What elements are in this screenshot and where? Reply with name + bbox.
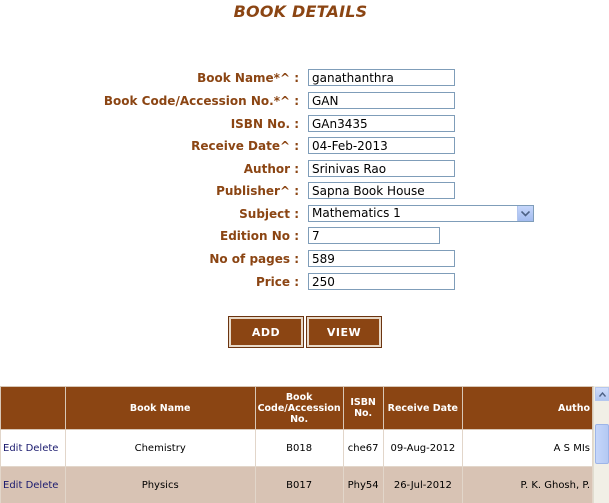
table-row: Edit Delete Chemistry B018 che67 09-Aug-… xyxy=(0,429,593,467)
row-actions: Edit Delete xyxy=(0,429,66,467)
cell-isbn: che67 xyxy=(342,429,384,467)
pages-input[interactable] xyxy=(308,250,455,267)
cell-isbn: Phy54 xyxy=(342,466,384,503)
edition-label: Edition No : xyxy=(220,229,299,243)
delete-link[interactable]: Delete xyxy=(26,480,59,491)
row-actions: Edit Delete xyxy=(0,466,66,503)
header-author[interactable]: Autho xyxy=(462,386,593,430)
header-isbn[interactable]: ISBN No. xyxy=(342,386,384,430)
header-actions xyxy=(0,386,66,430)
publisher-label: Publisher^ : xyxy=(216,184,299,198)
scroll-thumb[interactable] xyxy=(595,424,609,464)
isbn-input[interactable] xyxy=(308,115,455,132)
chevron-down-icon[interactable] xyxy=(517,206,533,221)
cell-author: P. K. Ghosh, P. xyxy=(462,466,593,503)
cell-book-name: Physics xyxy=(64,466,256,503)
book-code-input[interactable] xyxy=(308,92,455,109)
cell-receive-date: 09-Aug-2012 xyxy=(382,429,464,467)
edit-link[interactable]: Edit xyxy=(3,480,22,491)
isbn-label: ISBN No. : xyxy=(230,117,299,131)
receive-date-label: Receive Date^ : xyxy=(191,139,299,153)
books-table: Book Name Book Code/Accession No. ISBN N… xyxy=(0,386,593,503)
publisher-input[interactable] xyxy=(308,182,455,199)
author-label: Author : xyxy=(243,162,299,176)
cell-book-code: B017 xyxy=(254,466,344,503)
book-name-input[interactable] xyxy=(308,69,455,86)
subject-select[interactable]: Mathematics 1 xyxy=(308,205,534,222)
header-receive-date[interactable]: Receive Date xyxy=(382,386,464,430)
table-header-row: Book Name Book Code/Accession No. ISBN N… xyxy=(0,386,593,430)
table-row: Edit Delete Physics B017 Phy54 26-Jul-20… xyxy=(0,466,593,503)
grid-vertical-scrollbar[interactable] xyxy=(593,386,609,503)
page-title: BOOK DETAILS xyxy=(233,2,368,21)
delete-link[interactable]: Delete xyxy=(26,443,59,454)
edit-link[interactable]: Edit xyxy=(3,443,22,454)
header-book-code[interactable]: Book Code/Accession No. xyxy=(254,386,344,430)
view-button[interactable]: VIEW xyxy=(306,316,382,348)
price-label: Price : xyxy=(255,275,299,289)
receive-date-input[interactable] xyxy=(308,137,455,154)
subject-label: Subject : xyxy=(239,207,299,221)
books-grid: Book Name Book Code/Accession No. ISBN N… xyxy=(0,386,593,503)
book-name-label: Book Name*^ : xyxy=(197,71,299,85)
pages-label: No of pages : xyxy=(209,252,299,266)
author-input[interactable] xyxy=(308,160,455,177)
price-input[interactable] xyxy=(308,273,455,290)
cell-book-code: B018 xyxy=(254,429,344,467)
header-book-name[interactable]: Book Name xyxy=(64,386,256,430)
book-code-label: Book Code/Accession No.*^ : xyxy=(103,94,299,108)
edition-input[interactable] xyxy=(308,227,440,244)
scroll-up-icon[interactable] xyxy=(595,387,609,401)
subject-selected-value: Mathematics 1 xyxy=(312,206,401,220)
cell-author: A S MIs xyxy=(462,429,593,467)
cell-book-name: Chemistry xyxy=(64,429,256,467)
add-button[interactable]: ADD xyxy=(228,316,304,348)
cell-receive-date: 26-Jul-2012 xyxy=(382,466,464,503)
